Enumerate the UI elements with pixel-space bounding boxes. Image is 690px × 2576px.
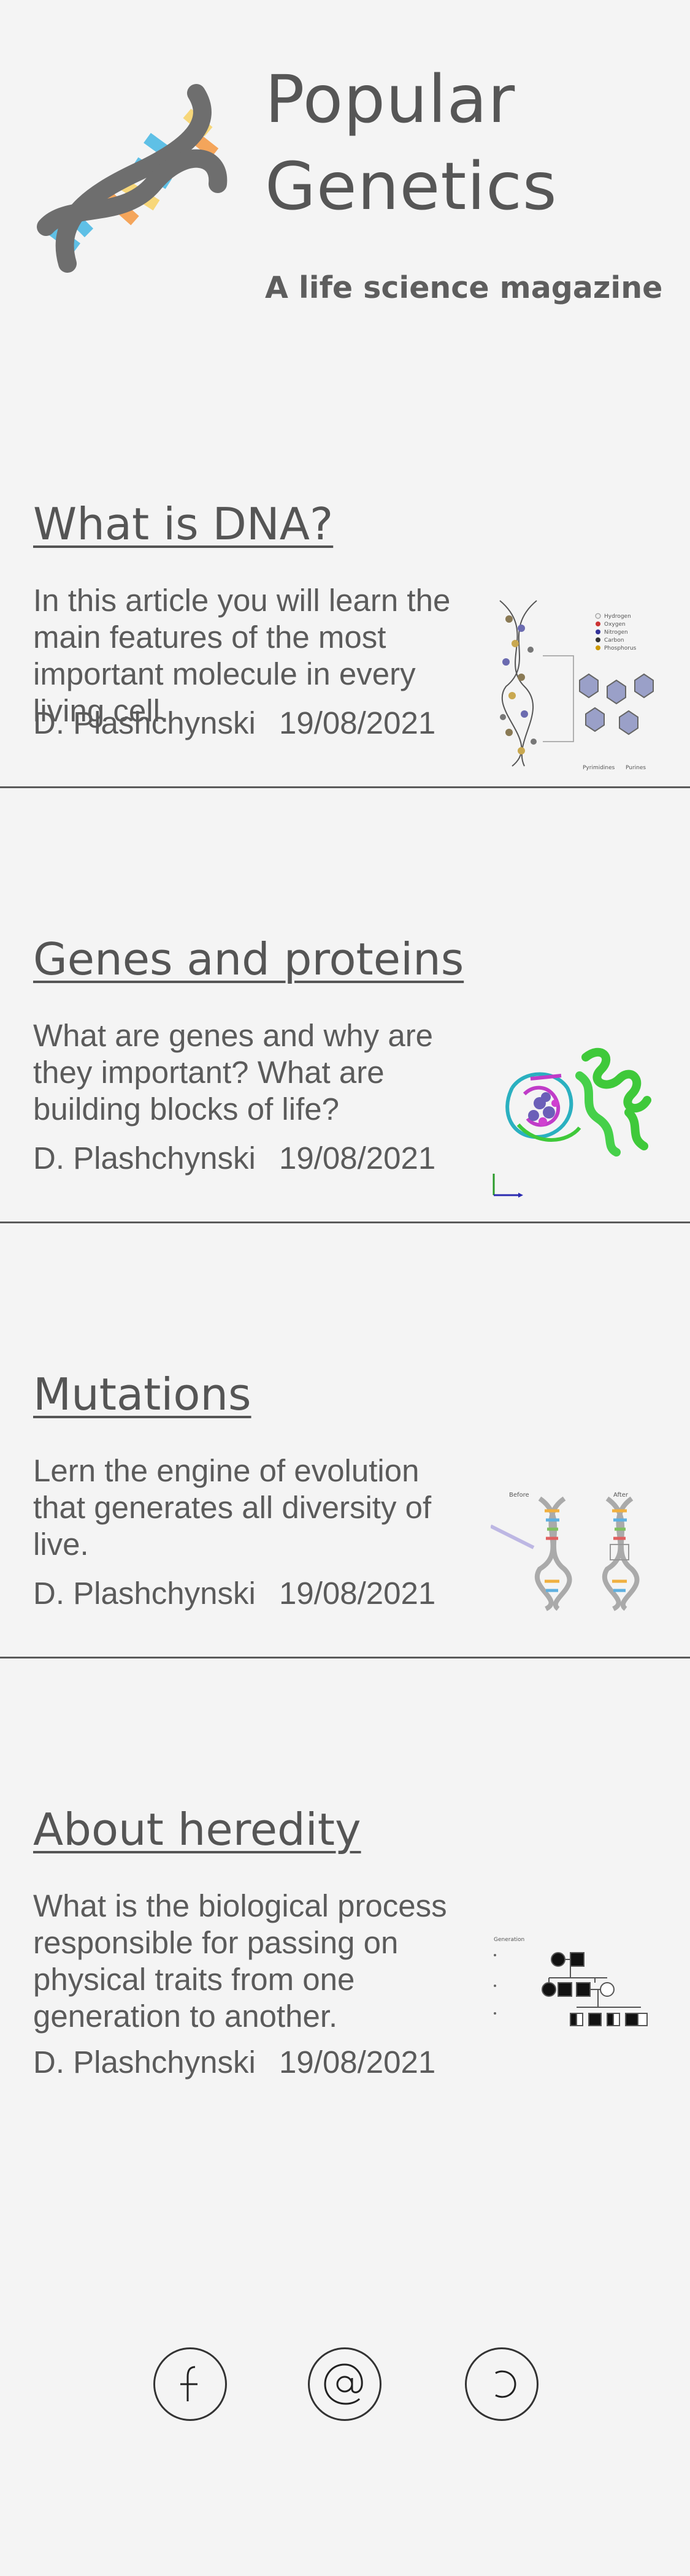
label-generation: Generation	[494, 1937, 524, 1943]
article-author: D. Plashchynski	[33, 2045, 256, 2080]
site-title-line1: Popular	[265, 62, 516, 138]
page: Popular Genetics A life science magazine…	[0, 0, 690, 2576]
article-divider	[0, 1222, 690, 1223]
article-date: 19/08/2021	[279, 1576, 436, 1611]
label-after: After	[613, 1492, 629, 1499]
article-title-link[interactable]: Genes and proteins	[33, 932, 585, 987]
article-date: 19/08/2021	[279, 705, 436, 740]
site-title: Popular Genetics	[265, 56, 670, 230]
site-title-line2: Genetics	[265, 149, 558, 225]
legend-carbon: Carbon	[604, 637, 624, 644]
dna-helix-icon	[37, 84, 228, 273]
article-title-link[interactable]: What is DNA?	[33, 496, 585, 552]
refresh-link[interactable]	[465, 2347, 539, 2421]
article-card-genes: Genes and proteins What are genes and wh…	[0, 932, 690, 1367]
site-header: Popular Genetics A life science magazine	[0, 0, 690, 368]
label-before: Before	[509, 1492, 529, 1499]
refresh-icon	[495, 2370, 516, 2398]
article-title-link[interactable]: Mutations	[33, 1367, 585, 1422]
legend-phosphorus: Phosphorus	[604, 645, 637, 652]
dna-structure-thumbnail: Hydrogen Oxygen Nitrogen Carbon Phosphor…	[499, 600, 654, 771]
article-date: 19/08/2021	[279, 2045, 436, 2080]
article-card-mutations: Mutations Lern the engine of evolution t…	[0, 1367, 690, 1802]
facebook-icon	[180, 2366, 197, 2401]
legend-hydrogen: Hydrogen	[604, 614, 631, 620]
article-summary: What are genes and why are they importan…	[33, 1018, 434, 1127]
article-summary: What is the biological process responsib…	[33, 1888, 447, 2034]
label-pyrimidines: Pyrimidines	[583, 765, 615, 771]
article-author: D. Plashchynski	[33, 1141, 256, 1176]
pedigree-chart-thumbnail: Generation	[494, 1937, 648, 2026]
article-author: D. Plashchynski	[33, 1576, 256, 1611]
email-link[interactable]	[308, 2347, 381, 2421]
label-purines: Purines	[626, 765, 646, 771]
mutation-helix-thumbnail: Before After	[491, 1492, 640, 1611]
legend-nitrogen: Nitrogen	[604, 629, 628, 636]
site-footer	[0, 2347, 690, 2439]
article-divider	[0, 786, 690, 788]
facebook-link[interactable]	[153, 2347, 227, 2421]
site-subtitle: A life science magazine	[265, 270, 663, 305]
article-summary: Lern the engine of evolution that genera…	[33, 1453, 432, 1562]
email-at-icon	[324, 2363, 363, 2405]
article-author: D. Plashchynski	[33, 705, 256, 740]
legend-oxygen: Oxygen	[604, 621, 626, 628]
article-date: 19/08/2021	[279, 1141, 436, 1176]
article-divider	[0, 1657, 690, 1658]
article-title-link[interactable]: About heredity	[33, 1802, 585, 1857]
protein-structure-thumbnail	[493, 1047, 651, 1198]
article-card-heredity: About heredity What is the biological pr…	[0, 1802, 690, 2237]
article-card-dna: What is DNA? In this article you will le…	[0, 496, 690, 932]
